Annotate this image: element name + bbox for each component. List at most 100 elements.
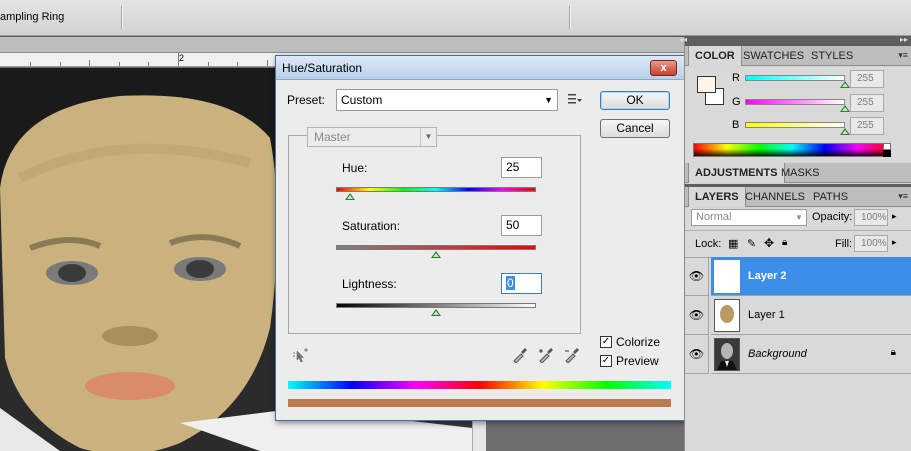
chevron-down-icon: ▼ [795,213,803,222]
lock-all-icon[interactable]: 🔒︎ [782,237,787,248]
layer-thumbnail-image [720,305,734,323]
tab-adjustments[interactable]: ADJUSTMENTS [688,163,785,183]
adjustment-group: Master ▼ Hue: 25 Saturation: 50 Lightnes… [288,127,581,334]
color-panel-tabs: COLOR SWATCHES STYLES ▾≡ [685,46,911,66]
green-label: G [732,96,741,108]
eye-icon: 👁︎ [688,308,705,322]
close-icon: x [660,62,667,74]
layer-name: Layer 2 [748,270,787,282]
layer-row-layer-1[interactable]: Layer 1 [711,296,911,335]
tab-color[interactable]: COLOR [688,46,742,66]
ruler-tick [119,62,120,66]
preset-select[interactable]: Custom ▼ [336,89,558,111]
checkmark-icon: ✓ [601,336,611,347]
fill-value[interactable]: 100% [854,235,888,252]
hue-slider-track[interactable] [336,187,536,192]
edit-range-select[interactable]: Master ▼ [307,127,437,147]
eyedropper-icon[interactable] [512,347,528,363]
saturation-value: 50 [506,218,520,232]
visibility-toggle[interactable]: 👁︎ [685,257,709,296]
cancel-button[interactable]: Cancel [600,119,670,138]
green-slider[interactable] [745,99,845,105]
targeted-adjustment-icon[interactable] [292,347,310,365]
hue-saturation-dialog: Hue/Saturation x Preset: Custom ▼ OK Can… [275,55,685,421]
tab-channels[interactable]: CHANNELS [739,187,811,207]
preset-label: Preset: [287,93,326,107]
fill-label: Fill: [835,238,853,250]
double-chevron-right-icon[interactable]: ▸▸ [900,35,908,44]
ruler-tick [237,62,238,66]
lightness-input[interactable]: 0 [501,273,542,294]
layer-row-layer-2[interactable]: Layer 2 [711,257,911,296]
ruler-tick [148,62,149,66]
tab-layers[interactable]: LAYERS [688,187,746,207]
visibility-toggle[interactable]: 👁︎ [685,296,709,335]
saturation-label: Saturation: [342,219,401,233]
red-value[interactable]: 255 [850,70,884,88]
panel-menu-icon[interactable]: ▾≡ [898,50,908,61]
blue-slider-thumb[interactable] [840,128,850,135]
color-spectrum-ramp[interactable] [693,143,891,157]
saturation-slider-thumb[interactable] [431,251,441,258]
dialog-title: Hue/Saturation [282,61,363,75]
eye-icon: 👁︎ [688,347,705,361]
panel-menu-icon[interactable]: ▾≡ [898,191,908,202]
preset-options-icon[interactable] [568,93,582,105]
blue-value[interactable]: 255 [850,117,884,135]
green-value[interactable]: 255 [850,94,884,112]
foreground-color-swatch[interactable] [697,76,716,93]
tab-masks[interactable]: MASKS [775,163,826,183]
layer-name: Layer 1 [748,309,785,321]
lightness-slider-track[interactable] [336,303,536,308]
sample-ring-label: ampling Ring [0,11,65,23]
lock-transparency-icon[interactable]: ▦ [728,237,738,250]
hue-label: Hue: [342,161,368,175]
blend-mode-select[interactable]: Normal ▼ [691,209,807,226]
dialog-title-bar[interactable]: Hue/Saturation x [276,56,684,80]
colorize-label: Colorize [616,335,661,349]
red-slider[interactable] [745,75,845,81]
lock-pixels-icon[interactable]: ✎ [747,237,756,250]
opacity-value[interactable]: 100% [854,209,888,226]
red-slider-thumb[interactable] [840,81,850,88]
eyedropper-minus-icon[interactable] [564,347,580,363]
visibility-toggle[interactable]: 👁︎ [685,335,709,374]
eyedropper-plus-icon[interactable] [538,347,554,363]
tab-swatches[interactable]: SWATCHES [737,46,810,66]
checkmark-icon: ✓ [601,355,611,366]
colorize-checkbox[interactable]: ✓ [600,336,612,348]
saturation-slider-track[interactable] [336,245,536,250]
lock-label: Lock: [695,238,722,250]
saturation-input[interactable]: 50 [501,215,542,236]
ruler-tick [30,62,31,66]
panel-collapse-bar[interactable]: ◂◂ ▸▸ [679,35,911,46]
white-swatch[interactable] [883,143,891,150]
layer-thumbnail [714,338,740,371]
layers-panel-tabs: LAYERS CHANNELS PATHS ▾≡ [685,187,911,207]
hue-input[interactable]: 25 [501,157,542,178]
tab-styles[interactable]: STYLES [805,46,859,66]
lightness-slider-thumb[interactable] [431,309,441,316]
preview-checkbox[interactable]: ✓ [600,355,612,367]
green-slider-thumb[interactable] [840,105,850,112]
opacity-label: Opacity: [812,211,853,223]
blend-mode-value: Normal [696,211,732,223]
divider [685,230,911,231]
ok-button[interactable]: OK [600,91,670,110]
hue-slider-thumb[interactable] [344,193,355,200]
opacity-arrow-icon[interactable]: ▸ [892,211,897,222]
fill-arrow-icon[interactable]: ▸ [892,237,897,248]
eye-icon: 👁︎ [688,269,705,283]
red-label: R [732,72,740,84]
panel-dock: ◂◂ ▸▸ COLOR SWATCHES STYLES ▾≡ R 255 G 2… [679,35,911,451]
lock-position-icon[interactable]: ✥ [764,236,774,250]
blue-slider[interactable] [745,122,845,128]
double-chevron-left-icon[interactable]: ◂◂ [679,35,687,44]
chevron-down-icon: ▼ [544,95,553,105]
close-button[interactable]: x [650,60,677,76]
tab-paths[interactable]: PATHS [807,187,854,207]
layer-row-background[interactable]: Background 🔒︎ [711,335,911,374]
document-tab-strip [0,37,684,53]
black-swatch[interactable] [883,150,891,157]
layers-panel-body: Normal ▼ Opacity: 100% ▸ Lock: ▦ ✎ ✥ 🔒︎ … [685,208,911,451]
